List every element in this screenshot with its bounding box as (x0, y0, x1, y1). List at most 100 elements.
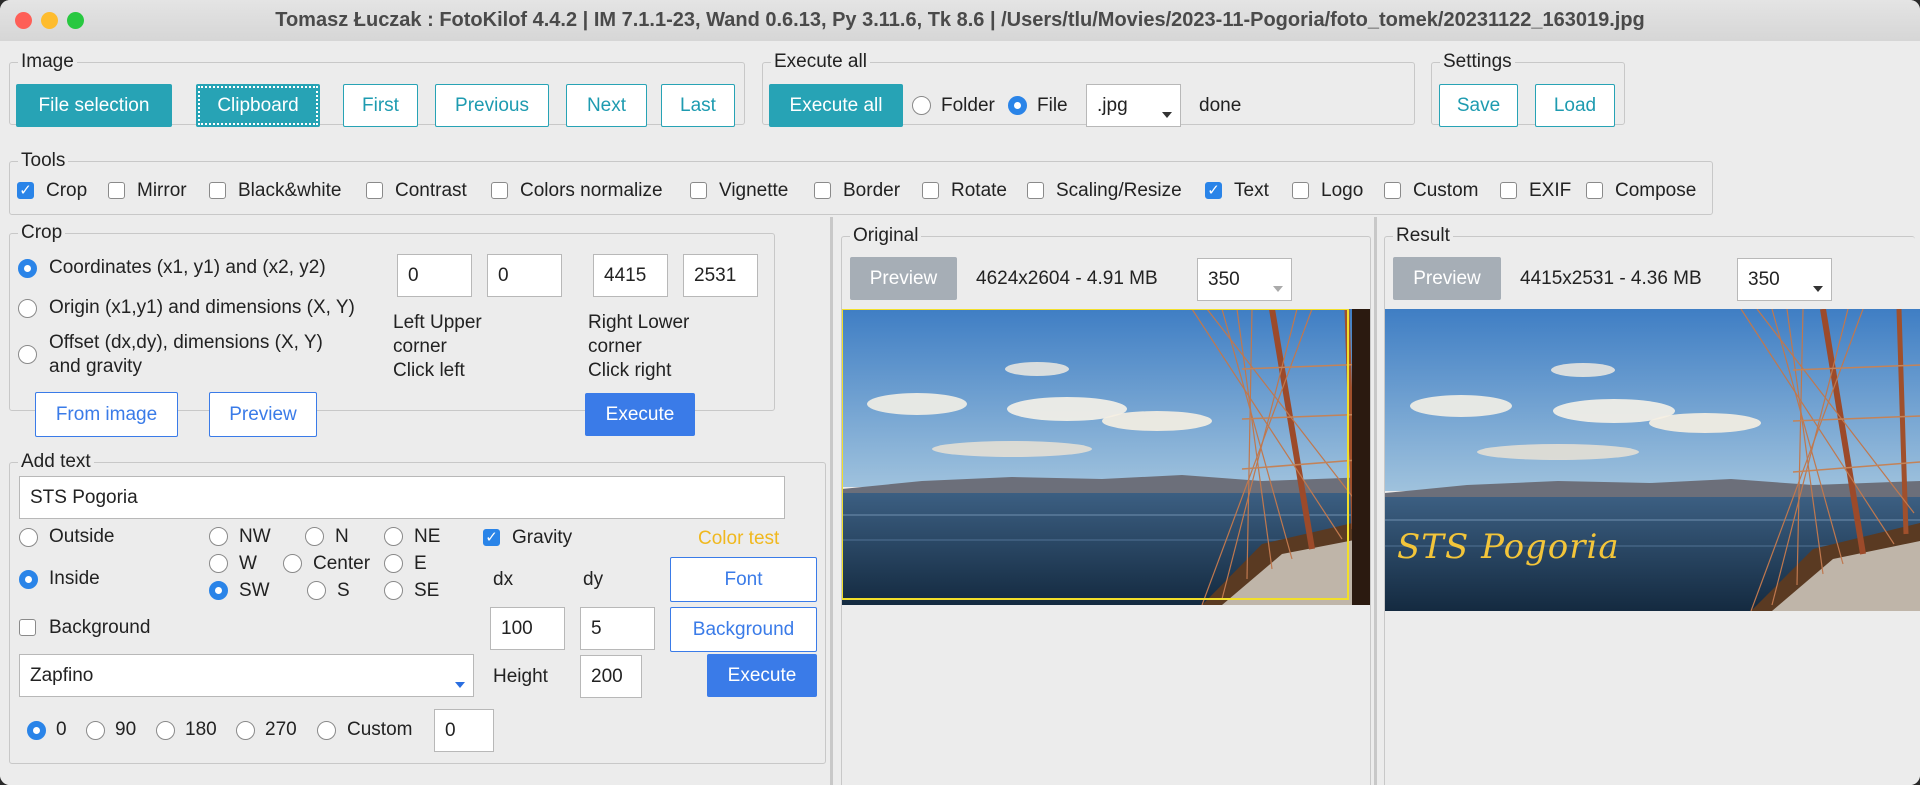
execute-all-button[interactable]: Execute all (769, 84, 903, 127)
crop-x2-input[interactable] (593, 254, 668, 297)
tool-rotate-label: Rotate (951, 180, 1007, 201)
tool-vignette-label: Vignette (719, 180, 789, 201)
rotation-270-radio[interactable] (236, 721, 255, 740)
rotation-180-radio[interactable] (156, 721, 175, 740)
crop-from-image-button[interactable]: From image (35, 392, 178, 437)
text-outside-radio[interactable] (19, 528, 38, 547)
text-inside-radio[interactable] (19, 570, 38, 589)
load-settings-button[interactable]: Load (1535, 84, 1615, 127)
gravity-nw-radio[interactable] (209, 527, 228, 546)
text-outside-label: Outside (49, 526, 115, 547)
original-size-value: 350 (1208, 269, 1240, 290)
crop-preview-button[interactable]: Preview (209, 392, 317, 437)
crop-offset-radio[interactable] (18, 345, 37, 364)
crop-offset-label-line2: and gravity (49, 356, 142, 377)
tool-logo-label: Logo (1321, 180, 1364, 201)
tool-rotate-checkbox[interactable] (922, 182, 939, 199)
crop-y1-input[interactable] (487, 254, 562, 297)
original-image[interactable] (842, 309, 1370, 605)
crop-coords-radio[interactable] (18, 259, 37, 278)
crop-execute-button[interactable]: Execute (585, 393, 695, 436)
crop-origin-radio[interactable] (18, 299, 37, 318)
gravity-w-label: W (239, 553, 257, 574)
next-button[interactable]: Next (566, 84, 647, 127)
result-size-select[interactable]: 350 (1737, 258, 1832, 301)
tool-colors-normalize-label: Colors normalize (520, 180, 663, 201)
crop-offset-label-line1: Offset (dx,dy), dimensions (X, Y) (49, 332, 323, 353)
tool-border-checkbox[interactable] (814, 182, 831, 199)
result-text-overlay: STS Pogoria (1397, 527, 1620, 567)
tool-border-label: Border (843, 180, 901, 201)
tool-logo-checkbox[interactable] (1292, 182, 1309, 199)
extension-select[interactable]: .jpg (1086, 84, 1181, 127)
tool-vignette-checkbox[interactable] (690, 182, 707, 199)
crop-y2-input[interactable] (683, 254, 758, 297)
original-preview-button[interactable]: Preview (850, 257, 957, 300)
tool-compose-checkbox[interactable] (1586, 182, 1603, 199)
tool-colors-normalize-checkbox[interactable] (491, 182, 508, 199)
tool-blackwhite-checkbox[interactable] (209, 182, 226, 199)
extension-value: .jpg (1097, 95, 1128, 116)
text-value-input[interactable] (19, 476, 785, 519)
background-checkbox[interactable] (19, 619, 36, 636)
gravity-center-radio[interactable] (283, 554, 302, 573)
rotation-0-radio[interactable] (27, 721, 46, 740)
tool-crop-checkbox[interactable]: ✓ (17, 182, 34, 199)
tools-frame-legend: Tools (18, 150, 69, 172)
height-input[interactable] (580, 655, 642, 698)
previous-button[interactable]: Previous (435, 84, 549, 127)
folder-radio[interactable] (912, 96, 931, 115)
tool-exif-checkbox[interactable] (1500, 182, 1517, 199)
save-settings-button[interactable]: Save (1439, 84, 1518, 127)
dx-input[interactable] (490, 607, 565, 650)
dy-label: dy (583, 569, 604, 590)
gravity-se-label: SE (414, 580, 440, 601)
result-preview-button[interactable]: Preview (1393, 257, 1501, 300)
gravity-s-radio[interactable] (307, 581, 326, 600)
app-window: Tomasz Łuczak : FotoKilof 4.4.2 | IM 7.1… (0, 0, 1920, 785)
right-lower-label-line2: corner (588, 336, 642, 357)
result-image[interactable]: STS Pogoria (1385, 309, 1920, 611)
gravity-label: Gravity (512, 527, 573, 548)
gravity-ne-radio[interactable] (384, 527, 403, 546)
first-button[interactable]: First (343, 84, 418, 127)
rotation-180-label: 180 (185, 719, 217, 740)
crop-x1-input[interactable] (397, 254, 472, 297)
rotation-custom-radio[interactable] (317, 721, 336, 740)
gravity-sw-label: SW (239, 580, 270, 601)
rotation-90-label: 90 (115, 719, 137, 740)
original-photo-canvas (842, 309, 1370, 605)
text-execute-button[interactable]: Execute (707, 654, 817, 697)
gravity-e-radio[interactable] (384, 554, 403, 573)
gravity-checkbox[interactable]: ✓ (483, 529, 500, 546)
rotation-custom-input[interactable] (434, 709, 494, 752)
last-button[interactable]: Last (661, 84, 735, 127)
height-label: Height (493, 666, 548, 687)
file-selection-button[interactable]: File selection (16, 84, 172, 127)
dy-input[interactable] (580, 607, 655, 650)
settings-frame-legend: Settings (1440, 51, 1515, 73)
gravity-sw-radio[interactable] (209, 581, 228, 600)
tool-compose-label: Compose (1615, 180, 1697, 201)
main-content: Image File selection Clipboard First Pre… (0, 41, 1920, 785)
gravity-s-label: S (337, 580, 350, 601)
gravity-n-radio[interactable] (305, 527, 324, 546)
rotation-90-radio[interactable] (86, 721, 105, 740)
gravity-nw-label: NW (239, 526, 271, 547)
font-button[interactable]: Font (670, 557, 817, 602)
file-radio[interactable] (1008, 96, 1027, 115)
clipboard-button[interactable]: Clipboard (196, 84, 320, 127)
gravity-w-radio[interactable] (209, 554, 228, 573)
tool-custom-checkbox[interactable] (1384, 182, 1401, 199)
tool-text-checkbox[interactable]: ✓ (1205, 182, 1222, 199)
original-size-select[interactable]: 350 (1197, 258, 1292, 301)
font-select[interactable]: Zapfino (19, 654, 474, 697)
gravity-n-label: N (335, 526, 349, 547)
tool-scaling-resize-checkbox[interactable] (1027, 182, 1044, 199)
crop-coords-label: Coordinates (x1, y1) and (x2, y2) (49, 257, 326, 278)
tool-mirror-checkbox[interactable] (108, 182, 125, 199)
gravity-se-radio[interactable] (384, 581, 403, 600)
background-color-button[interactable]: Background (670, 607, 817, 652)
tool-contrast-checkbox[interactable] (366, 182, 383, 199)
panel-separator-left (830, 217, 833, 785)
